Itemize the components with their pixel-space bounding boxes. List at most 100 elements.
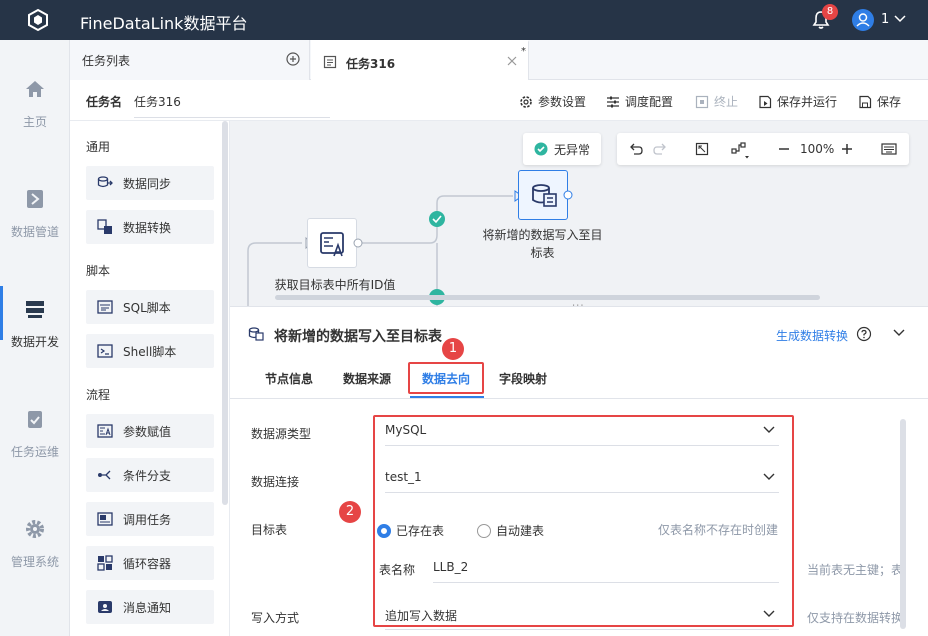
avatar[interactable] [852, 9, 874, 31]
auto-create-hint: 仅表名称不存在时创建 [658, 523, 779, 537]
zoom-out-icon[interactable] [777, 142, 791, 156]
button-label: 参数设置 [538, 95, 587, 109]
button-label: 终止 [714, 95, 739, 109]
generate-transform-link[interactable]: 生成数据转换 [776, 327, 848, 344]
chevron-down-icon [763, 473, 775, 480]
palette-item-label: 参数赋值 [123, 424, 172, 439]
chevron-down-icon[interactable] [894, 15, 906, 23]
tab-task-list[interactable]: 任务列表 [70, 40, 310, 80]
nav-label: 管理系统 [10, 555, 59, 569]
panel-scrollbar[interactable] [900, 419, 906, 629]
param-settings-button[interactable]: 参数设置 [519, 93, 586, 110]
tab-data-source[interactable]: 数据来源 [343, 370, 391, 387]
nav-item-dev[interactable]: 数据开发 [0, 286, 70, 408]
nav-item-home[interactable]: 主页 [0, 78, 70, 188]
save-and-run-button[interactable]: 保存并运行 [758, 93, 837, 110]
write-mode-hint: 仅支持在数据转换 [807, 611, 900, 625]
flow-node-data-sync[interactable] [518, 170, 568, 220]
primary-key-hint: 当前表无主键；表 [807, 563, 900, 577]
palette-item-call-task[interactable]: 调用任务 [86, 502, 214, 536]
radio-label: 自动建表 [496, 524, 545, 538]
radio-label: 已存在表 [396, 524, 445, 538]
gear-icon [520, 95, 532, 108]
data-sync-icon [532, 184, 557, 207]
gear-icon [24, 518, 46, 540]
tab-task316[interactable]: 任务316 * [311, 40, 529, 81]
keyboard-icon[interactable] [881, 142, 897, 156]
app-title: FineDataLink数据平台 [80, 14, 248, 33]
button-label: 保存并运行 [777, 95, 838, 109]
fit-screen-icon[interactable] [695, 142, 709, 156]
panel-title: 将新增的数据写入至目标表 [274, 329, 442, 345]
property-panel: 将新增的数据写入至目标表 生成数据转换 1 节点信息 数据来源 数据去向 字段映… [230, 306, 928, 636]
select-value: MySQL [385, 423, 427, 437]
nav-item-pipeline[interactable]: 数据管道 [0, 188, 70, 298]
palette-scrollbar[interactable] [222, 121, 228, 505]
status-text: 无异常 [553, 142, 590, 157]
highlight-box-1 [408, 362, 484, 394]
source-type-select[interactable]: MySQL [385, 418, 779, 446]
branch-icon [98, 470, 111, 480]
palette-section-title: 通用 [86, 140, 111, 154]
connection-select[interactable]: test_1 [385, 465, 779, 493]
palette-item-loop-container[interactable]: 循环容器 [86, 546, 214, 580]
node-label: 将新增的数据写入至目 标表 [475, 226, 610, 262]
table-name-input[interactable]: LLB_2 [433, 555, 779, 583]
nav-item-ops[interactable]: 任务运维 [0, 408, 70, 518]
redo-icon[interactable] [653, 142, 667, 156]
radio-auto-create[interactable]: 自动建表 [477, 522, 544, 539]
left-nav: 主页 数据管道 数据开发 任务运维 管理系统 [0, 40, 70, 636]
output-port[interactable] [563, 190, 573, 200]
canvas-toolbar: 100% [617, 133, 909, 165]
undo-icon[interactable] [629, 142, 643, 156]
palette-item-sql-script[interactable]: SQL脚本 [86, 290, 214, 324]
radio-existing-table[interactable]: 已存在表 [377, 522, 444, 539]
palette-item-message-notify[interactable]: 消息通知 [86, 590, 214, 624]
target-table-label: 目标表 [251, 523, 288, 537]
write-mode-select[interactable]: 追加写入数据 [385, 602, 779, 630]
add-icon[interactable] [286, 52, 300, 66]
radio-dot [377, 523, 391, 538]
palette-item-param-assign[interactable]: 参数赋值 [86, 414, 214, 448]
canvas-scrollbar[interactable] [275, 295, 820, 300]
check-circle-icon [534, 142, 548, 156]
zoom-in-icon[interactable] [840, 142, 854, 156]
help-icon[interactable] [856, 326, 872, 342]
panel-tabs: 节点信息 数据来源 数据去向 字段映射 [230, 358, 928, 399]
tab-node-info[interactable]: 节点信息 [265, 370, 313, 387]
save-run-icon [759, 95, 772, 108]
close-icon[interactable] [507, 56, 517, 66]
flow-node-param-assign[interactable] [307, 218, 357, 268]
node-label-line: 标表 [530, 246, 555, 260]
node-label-line: 将新增的数据写入至目 [482, 228, 603, 242]
palette-item-label: SQL脚本 [123, 300, 171, 315]
top-bar: FineDataLink数据平台 8 1 [0, 0, 928, 40]
task-name-input[interactable]: 任务316 [134, 93, 330, 118]
step-badge-2: 2 [339, 501, 361, 523]
palette-item-shell-script[interactable]: Shell脚本 [86, 334, 214, 368]
output-port[interactable] [353, 238, 363, 248]
flow-canvas[interactable]: 无异常 100% 获取目标表中所有ID值 将新增的数据写入至目 标表 [230, 121, 928, 306]
save-button[interactable]: 保存 [858, 93, 901, 110]
palette-item-condition-branch[interactable]: 条件分支 [86, 458, 214, 492]
user-name[interactable]: 1 [881, 12, 889, 27]
stop-button[interactable]: 终止 [695, 93, 738, 110]
ops-icon [24, 408, 46, 430]
notification-badge: 8 [822, 4, 838, 20]
chevron-down-icon[interactable] [893, 329, 905, 337]
palette-item-label: 消息通知 [123, 600, 172, 615]
param-assign-icon [320, 232, 344, 257]
tab-field-mapping[interactable]: 字段映射 [499, 370, 547, 387]
palette-item-label: 循环容器 [123, 556, 172, 571]
schedule-config-button[interactable]: 调度配置 [606, 93, 673, 110]
save-icon [859, 95, 872, 108]
pipeline-icon [24, 188, 46, 210]
nav-label: 数据开发 [10, 335, 59, 349]
nav-item-admin[interactable]: 管理系统 [0, 518, 70, 628]
layout-icon[interactable] [731, 142, 751, 160]
palette-item-data-transform[interactable]: 数据转换 [86, 210, 214, 244]
palette-item-data-sync[interactable]: 数据同步 [86, 166, 214, 200]
radio-dot [477, 523, 491, 538]
tab-label: 任务316 [346, 57, 396, 71]
palette-item-label: 数据同步 [123, 176, 172, 191]
